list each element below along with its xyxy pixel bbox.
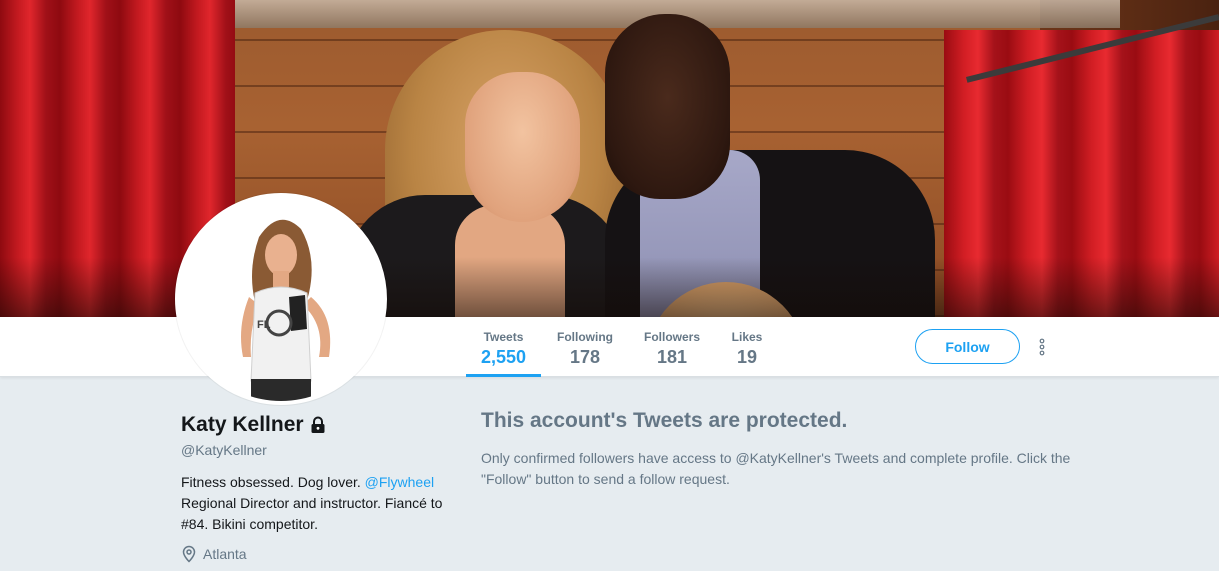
stat-following-value: 178	[569, 347, 601, 367]
more-vertical-icon[interactable]	[1036, 337, 1048, 357]
profile-name[interactable]: Katy Kellner	[181, 413, 326, 437]
profile-avatar[interactable]: FL	[175, 193, 387, 405]
stat-followers-value: 181	[656, 347, 688, 367]
stat-likes-value: 19	[736, 347, 758, 367]
svg-text:FL: FL	[257, 319, 271, 331]
stat-tweets-label: Tweets	[483, 330, 524, 344]
profile-location: Atlanta	[181, 545, 247, 563]
stat-likes-label: Likes	[731, 330, 763, 344]
profile-bio: Fitness obsessed. Dog lover. @Flywheel R…	[181, 472, 446, 535]
stat-tweets-value: 2,550	[480, 347, 527, 367]
location-pin-icon	[181, 545, 197, 563]
stat-following[interactable]: Following 178	[549, 317, 621, 377]
location-text: Atlanta	[203, 546, 247, 562]
stat-likes[interactable]: Likes 19	[720, 317, 774, 377]
follow-button[interactable]: Follow	[915, 329, 1020, 364]
stat-tweets[interactable]: Tweets 2,550	[466, 317, 541, 377]
profile-name-text[interactable]: Katy Kellner	[181, 413, 304, 437]
stat-following-label: Following	[557, 330, 613, 344]
stat-followers-label: Followers	[643, 330, 700, 344]
bio-text-end: Regional Director and instructor. Fiancé…	[181, 495, 443, 532]
lock-icon	[310, 416, 326, 434]
protected-title: This account's Tweets are protected.	[481, 409, 848, 432]
banner-ceiling	[120, 0, 1120, 28]
protected-message: Only confirmed followers have access to …	[481, 450, 1071, 487]
banner-person-woman-face	[465, 72, 580, 222]
bio-mention-link[interactable]: @Flywheel	[365, 474, 434, 490]
bio-text-start: Fitness obsessed. Dog lover.	[181, 474, 365, 490]
profile-handle[interactable]: @KatyKellner	[181, 442, 267, 458]
stat-followers[interactable]: Followers 181	[636, 317, 708, 377]
banner-person-man-head	[605, 14, 730, 199]
